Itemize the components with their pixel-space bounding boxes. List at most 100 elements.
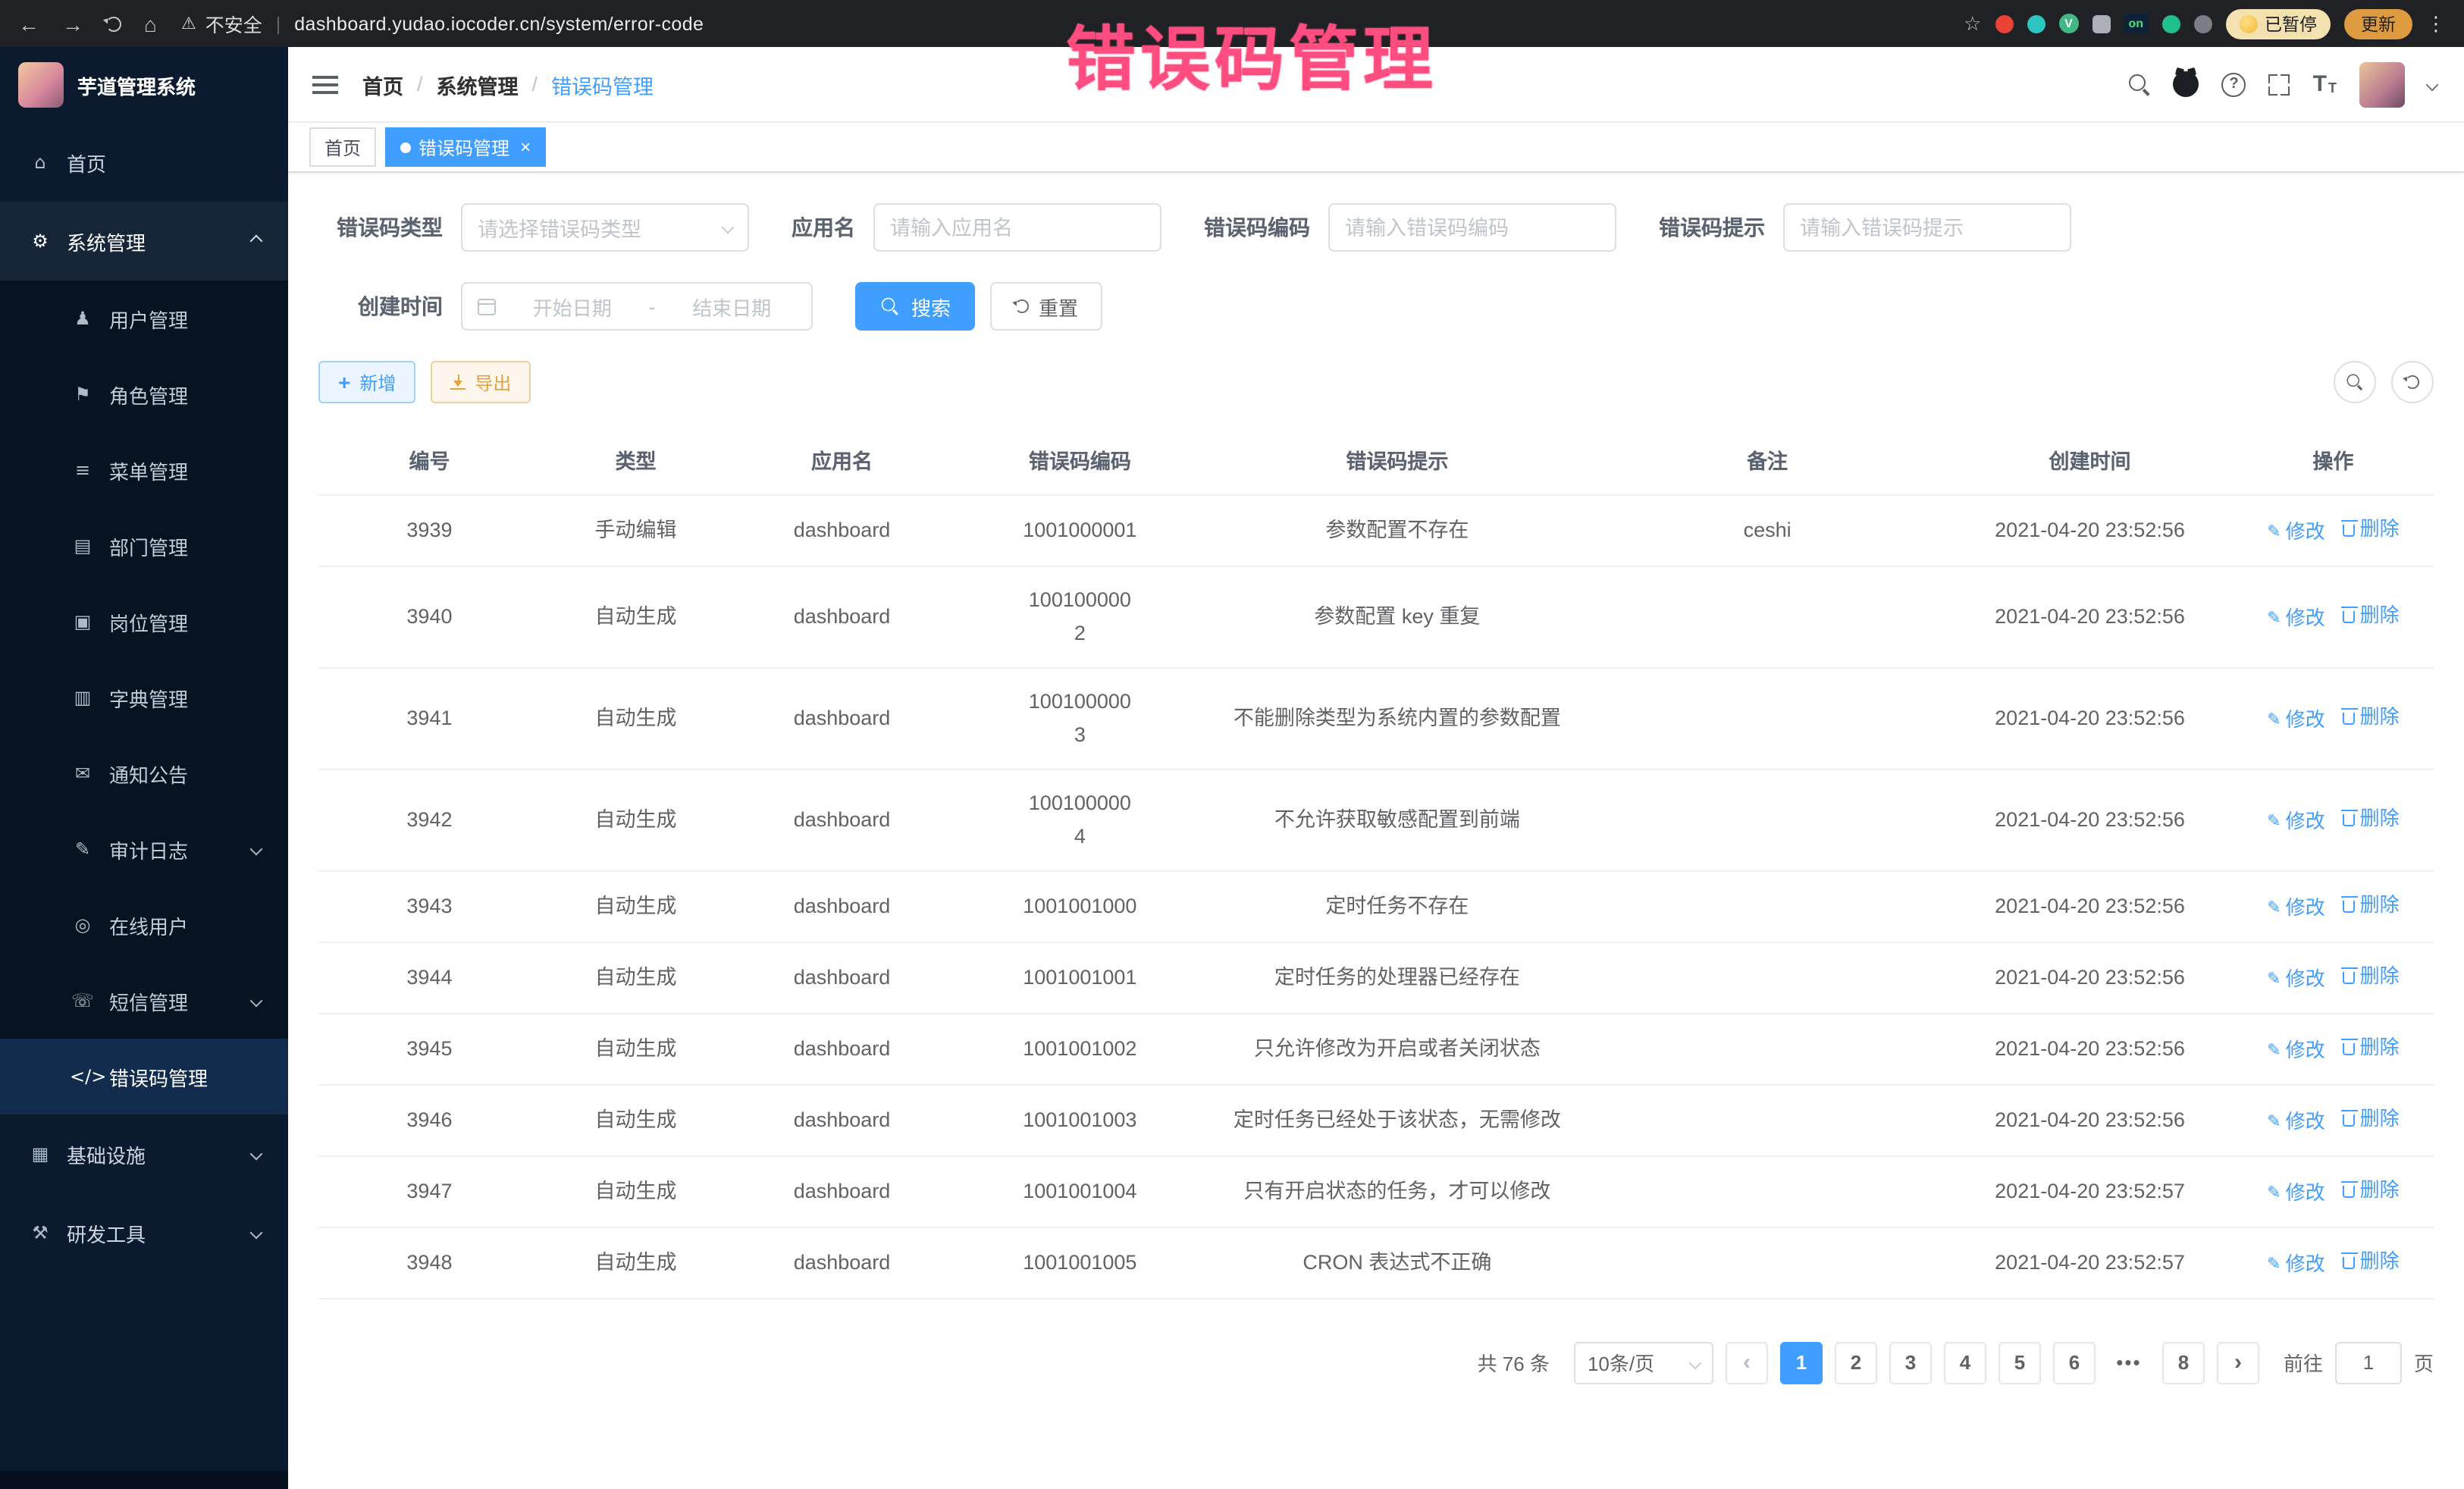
sidebar-item-4[interactable]: ≡菜单管理 bbox=[0, 432, 288, 508]
page-ellipsis[interactable]: ••• bbox=[2108, 1341, 2150, 1384]
fullscreen-icon[interactable] bbox=[2269, 74, 2290, 95]
edit-link[interactable]: ✎修改 bbox=[2267, 601, 2324, 635]
sidebar-item-11[interactable]: ☏短信管理 bbox=[0, 963, 288, 1039]
user-avatar[interactable] bbox=[2359, 61, 2405, 107]
edit-link[interactable]: ✎修改 bbox=[2267, 1105, 2324, 1138]
search-button[interactable]: 搜索 bbox=[855, 282, 975, 331]
delete-link[interactable]: 删除 bbox=[2343, 512, 2400, 545]
delete-link[interactable]: 删除 bbox=[2343, 700, 2400, 733]
sidebar-item-0[interactable]: ⌂首页 bbox=[0, 123, 288, 202]
export-button[interactable]: 导出 bbox=[431, 361, 531, 403]
error-type-select[interactable]: 请选择错误码类型 bbox=[461, 203, 749, 252]
toggle-search-button[interactable] bbox=[2334, 361, 2376, 403]
delete-icon bbox=[2343, 1185, 2356, 1197]
cell-app: dashboard bbox=[731, 1013, 953, 1084]
back-icon[interactable]: ← bbox=[18, 11, 39, 36]
paused-chip[interactable]: 已暂停 bbox=[2225, 8, 2331, 39]
sidebar-item-5[interactable]: ▤部门管理 bbox=[0, 508, 288, 584]
extension-icon[interactable] bbox=[2027, 14, 2045, 33]
sidebar-item-2[interactable]: ♟用户管理 bbox=[0, 281, 288, 356]
chevron-down-icon[interactable] bbox=[2426, 78, 2439, 91]
edit-link[interactable]: ✎修改 bbox=[2267, 515, 2324, 548]
breadcrumb-item-1[interactable]: 系统管理 bbox=[437, 69, 519, 99]
edit-link[interactable]: ✎修改 bbox=[2267, 1176, 2324, 1209]
cell-time: 2021-04-20 23:52:56 bbox=[1947, 1084, 2233, 1155]
error-code-input[interactable] bbox=[1345, 216, 1600, 239]
sidebar-footer bbox=[0, 1471, 288, 1489]
forward-icon[interactable]: → bbox=[62, 11, 83, 36]
delete-link[interactable]: 删除 bbox=[2343, 598, 2400, 632]
delete-icon bbox=[2343, 813, 2356, 826]
tab-1[interactable]: 错误码管理× bbox=[385, 127, 546, 167]
sidebar-menu: ⌂首页⚙系统管理♟用户管理⚑角色管理≡菜单管理▤部门管理▣岗位管理▥字典管理✉通… bbox=[0, 123, 288, 1471]
page-button-1[interactable]: 1 bbox=[1780, 1341, 1823, 1384]
puzzle-icon[interactable] bbox=[2092, 14, 2110, 33]
browser-menu-icon[interactable]: ⋮ bbox=[2426, 11, 2446, 36]
breadcrumb-item-0[interactable]: 首页 bbox=[362, 69, 403, 99]
page-button-6[interactable]: 6 bbox=[2053, 1341, 2096, 1384]
page-button-5[interactable]: 5 bbox=[1998, 1341, 2041, 1384]
bookmark-star-icon[interactable]: ☆ bbox=[1964, 11, 1981, 36]
font-size-icon[interactable]: TT bbox=[2313, 73, 2337, 96]
sidebar-item-1[interactable]: ⚙系统管理 bbox=[0, 202, 288, 281]
page-button-2[interactable]: 2 bbox=[1835, 1341, 1877, 1384]
sidebar-item-12[interactable]: </>错误码管理 bbox=[0, 1039, 288, 1114]
cell-app: dashboard bbox=[731, 566, 953, 667]
delete-link[interactable]: 删除 bbox=[2343, 1030, 2400, 1064]
delete-link[interactable]: 删除 bbox=[2343, 888, 2400, 921]
app-logo[interactable]: 芋道管理系统 bbox=[0, 47, 288, 123]
page-size-select[interactable]: 10条/页 bbox=[1574, 1341, 1713, 1384]
delete-link[interactable]: 删除 bbox=[2343, 959, 2400, 992]
sidebar-item-13[interactable]: ▦基础设施 bbox=[0, 1114, 288, 1193]
prev-page-button[interactable]: ‹ bbox=[1726, 1341, 1768, 1384]
page-size-value: 10条/页 bbox=[1588, 1348, 1654, 1377]
delete-link[interactable]: 删除 bbox=[2343, 1244, 2400, 1277]
page-button-8[interactable]: 8 bbox=[2162, 1341, 2205, 1384]
sidebar-toggle-button[interactable] bbox=[288, 47, 362, 121]
url-text[interactable]: dashboard.yudao.iocoder.cn/system/error-… bbox=[294, 13, 704, 34]
sidebar-item-7[interactable]: ▥字典管理 bbox=[0, 660, 288, 735]
security-chip[interactable]: ⚠ 不安全 bbox=[181, 9, 262, 38]
edit-link[interactable]: ✎修改 bbox=[2267, 1033, 2324, 1067]
date-range-picker[interactable]: 开始日期 - 结束日期 bbox=[461, 282, 813, 331]
cell-actions: ✎修改删除 bbox=[2233, 1155, 2434, 1227]
next-page-button[interactable]: › bbox=[2217, 1341, 2259, 1384]
vue-devtools-icon[interactable]: V bbox=[2058, 14, 2078, 33]
edit-link[interactable]: ✎修改 bbox=[2267, 703, 2324, 736]
help-icon[interactable]: ? bbox=[2222, 72, 2246, 96]
edit-link[interactable]: ✎修改 bbox=[2267, 804, 2324, 838]
close-icon[interactable]: × bbox=[520, 136, 531, 158]
sidebar-item-8[interactable]: ✉通知公告 bbox=[0, 735, 288, 811]
pin-icon[interactable] bbox=[2193, 14, 2212, 33]
app-name-input[interactable] bbox=[890, 216, 1145, 239]
delete-link[interactable]: 删除 bbox=[2343, 1173, 2400, 1206]
update-button[interactable]: 更新 bbox=[2344, 8, 2412, 39]
error-hint-input[interactable] bbox=[1800, 216, 2055, 239]
reset-button[interactable]: 重置 bbox=[990, 282, 1102, 331]
sidebar-item-9[interactable]: ✎审计日志 bbox=[0, 811, 288, 887]
edit-link[interactable]: ✎修改 bbox=[2267, 1247, 2324, 1281]
page-button-3[interactable]: 3 bbox=[1889, 1341, 1932, 1384]
cell-id: 3944 bbox=[318, 942, 541, 1013]
goto-page-input[interactable] bbox=[2335, 1341, 2402, 1384]
sidebar-item-3[interactable]: ⚑角色管理 bbox=[0, 356, 288, 432]
sidebar-item-6[interactable]: ▣岗位管理 bbox=[0, 584, 288, 660]
edit-link[interactable]: ✎修改 bbox=[2267, 962, 2324, 995]
edit-link[interactable]: ✎修改 bbox=[2267, 891, 2324, 924]
page-button-4[interactable]: 4 bbox=[1944, 1341, 1986, 1384]
refresh-table-button[interactable] bbox=[2391, 361, 2434, 403]
search-icon[interactable] bbox=[2130, 74, 2151, 95]
sidebar-item-14[interactable]: ⚒研发工具 bbox=[0, 1193, 288, 1272]
tab-0[interactable]: 首页 bbox=[309, 127, 376, 167]
add-button[interactable]: + 新增 bbox=[318, 361, 415, 403]
cell-code: 1001000002 bbox=[953, 566, 1207, 667]
extension-badge[interactable]: on bbox=[2124, 14, 2148, 33]
delete-link[interactable]: 删除 bbox=[2343, 801, 2400, 835]
sidebar-item-10[interactable]: ◎在线用户 bbox=[0, 887, 288, 963]
delete-link[interactable]: 删除 bbox=[2343, 1102, 2400, 1135]
reload-icon[interactable] bbox=[106, 16, 121, 31]
extension-icon[interactable] bbox=[1995, 14, 2013, 33]
extension-icon[interactable] bbox=[2161, 14, 2180, 33]
github-icon[interactable] bbox=[2174, 71, 2199, 97]
browser-home-icon[interactable]: ⌂ bbox=[144, 11, 157, 36]
